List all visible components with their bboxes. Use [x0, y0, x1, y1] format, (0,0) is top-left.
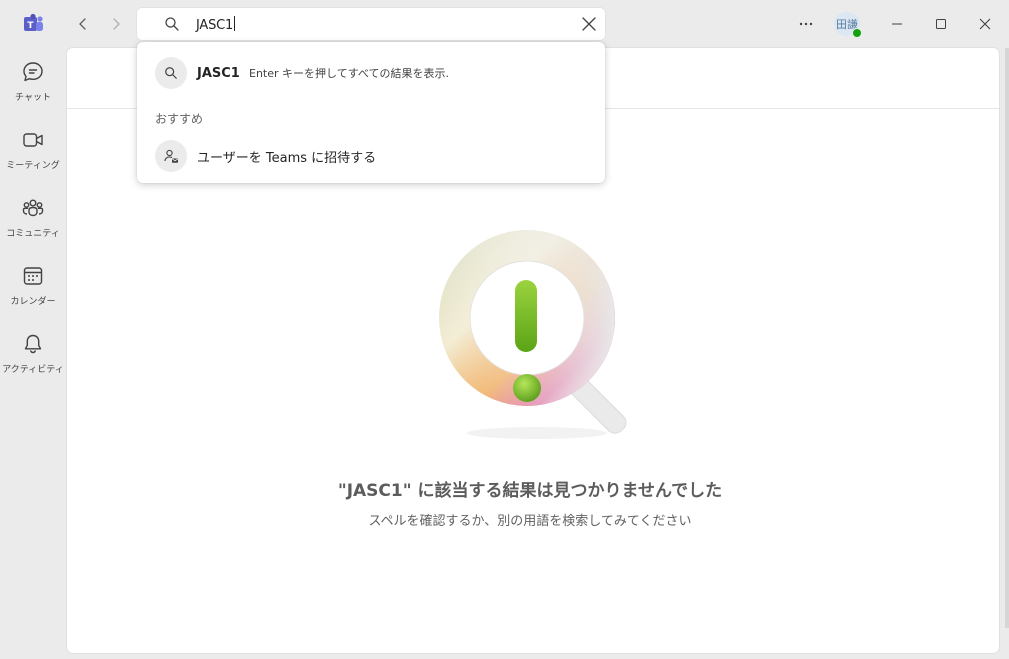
close-icon	[979, 18, 991, 30]
rail-item-chat[interactable]: チャット	[0, 60, 66, 120]
presence-available-icon	[852, 28, 862, 38]
maximize-icon	[936, 19, 946, 29]
invite-icon-circle	[155, 140, 187, 172]
no-results-illustration-icon	[439, 230, 627, 439]
rail-item-label: アクティビティ	[2, 365, 64, 375]
rail-item-community[interactable]: コミュニティ	[0, 196, 66, 256]
maximize-button[interactable]	[929, 12, 953, 36]
rail-item-label: チャット	[15, 93, 51, 103]
chevron-left-icon	[79, 18, 86, 30]
search-icon	[165, 17, 179, 31]
more-options-button[interactable]	[794, 12, 818, 36]
back-button[interactable]	[71, 12, 95, 36]
search-input-value[interactable]: JASC1	[196, 16, 236, 33]
calendar-icon	[23, 267, 43, 285]
rail-item-label: ミーティング	[6, 161, 60, 171]
person-mail-icon	[164, 149, 178, 163]
svg-text:T: T	[27, 21, 34, 31]
empty-state-subtitle: スペルを確認するか、別の用語を検索してみてください	[368, 514, 692, 529]
search-icon	[165, 67, 177, 79]
bell-icon	[24, 334, 42, 354]
search-query-text: JASC1	[197, 65, 240, 81]
rail-item-label: カレンダー	[10, 297, 56, 307]
empty-state-title: "JASC1" に該当する結果は見つかりませんでした	[337, 481, 723, 501]
search-icon-circle	[155, 57, 187, 89]
forward-button[interactable]	[104, 12, 128, 36]
search-query-hint: Enter キーを押してすべての結果を表示.	[249, 67, 449, 80]
people-community-icon	[22, 199, 44, 217]
chevron-right-icon	[113, 18, 120, 30]
scrollbar[interactable]	[1005, 48, 1009, 628]
rail-item-label: コミュニティ	[6, 229, 60, 239]
clear-search-icon[interactable]	[581, 16, 597, 32]
invite-to-teams-item[interactable]: ユーザーを Teams に招待する	[137, 136, 605, 176]
search-input[interactable]: JASC1	[137, 8, 605, 40]
search-all-results-item[interactable]: JASC1 Enter キーを押してすべての結果を表示.	[137, 53, 605, 93]
minimize-button[interactable]	[885, 12, 909, 36]
rail-item-meetings[interactable]: ミーティング	[0, 128, 66, 188]
suggestions-section-label: おすすめ	[155, 112, 204, 126]
close-window-button[interactable]	[973, 12, 997, 36]
minimize-icon	[892, 23, 902, 25]
invite-to-teams-label: ユーザーを Teams に招待する	[197, 150, 377, 166]
ellipsis-icon	[799, 22, 813, 26]
rail-item-activity[interactable]: アクティビティ	[0, 332, 66, 392]
search-suggestions-dropdown: JASC1 Enter キーを押してすべての結果を表示. おすすめ ユーザーを …	[137, 42, 605, 183]
chat-icon	[23, 62, 43, 82]
rail-item-calendar[interactable]: カレンダー	[0, 264, 66, 324]
teams-logo-icon: T	[21, 12, 45, 36]
video-icon	[23, 133, 43, 147]
